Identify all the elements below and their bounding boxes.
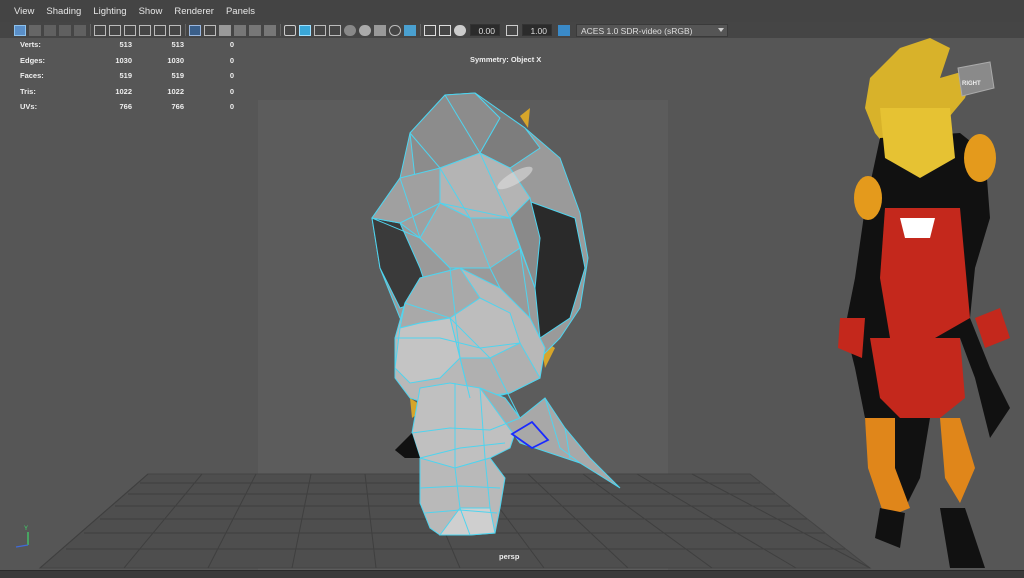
menu-panels[interactable]: Panels (226, 6, 255, 17)
chevron-down-icon (718, 27, 724, 32)
anti-aliasing-icon[interactable] (389, 24, 401, 36)
svg-text:Y: Y (24, 526, 28, 532)
color-management-icon[interactable] (558, 24, 570, 36)
3d-viewport[interactable]: Y RIGHT Verts: 513 513 0 Edges: 1030 1030 0 (0, 38, 1024, 570)
color-space-select[interactable]: ACES 1.0 SDR-video (sRGB) (576, 23, 728, 37)
motion-blur-icon[interactable] (374, 24, 386, 36)
menu-renderer[interactable]: Renderer (174, 6, 214, 17)
view-cube-label: RIGHT (962, 81, 981, 87)
xray-joints-icon[interactable] (329, 24, 341, 36)
2d-pan-icon[interactable] (74, 24, 86, 36)
panel-toolbar: 0.00 1.00 ACES 1.0 SDR-video (sRGB) (0, 22, 1024, 38)
view-cube[interactable]: RIGHT (957, 61, 995, 97)
isolate-icon[interactable] (424, 24, 436, 36)
default-material-icon[interactable] (234, 24, 246, 36)
exposure-icon[interactable] (454, 24, 466, 36)
reference-image-character (838, 38, 1010, 568)
menu-view[interactable]: View (14, 6, 34, 17)
select-camera-icon[interactable] (14, 24, 26, 36)
toolbar-separator (185, 24, 186, 36)
gamma-icon[interactable] (506, 24, 518, 36)
smooth-shade-icon[interactable] (219, 24, 231, 36)
field-chart-icon[interactable] (139, 24, 151, 36)
hud-row-uvs: UVs: 766 766 0 (20, 102, 234, 111)
ambient-occlusion-icon[interactable] (359, 24, 371, 36)
toolbar-separator (280, 24, 281, 36)
toolbar-separator (420, 24, 421, 36)
axis-gizmo: Y (15, 526, 29, 548)
exposure-field[interactable]: 0.00 (470, 24, 500, 36)
wireframe-on-shaded-icon[interactable] (284, 24, 296, 36)
camera-name-label: persp (499, 552, 520, 561)
hud-row-tris: Tris: 1022 1022 0 (20, 86, 234, 96)
textured-icon[interactable] (249, 24, 261, 36)
hud-row-edges: Edges: 1030 1030 0 (20, 55, 234, 65)
lock-camera-icon[interactable] (29, 24, 41, 36)
gate-mask-icon[interactable] (124, 24, 136, 36)
viewport-scene: Y RIGHT (15, 38, 1010, 570)
image-plane-icon[interactable] (59, 24, 71, 36)
xray-icon[interactable] (299, 24, 311, 36)
hud-row-verts: Verts: 513 513 0 (20, 40, 234, 49)
wireframe-icon[interactable] (204, 24, 216, 36)
menu-show[interactable]: Show (139, 6, 163, 17)
menu-shading[interactable]: Shading (46, 6, 81, 17)
grid-icon[interactable] (189, 24, 201, 36)
bookmarks-icon[interactable] (44, 24, 56, 36)
safe-action-icon[interactable] (154, 24, 166, 36)
gamma-field[interactable]: 1.00 (522, 24, 552, 36)
depth-of-field-icon[interactable] (404, 24, 416, 36)
isolate-select-icon[interactable] (314, 24, 326, 36)
menu-lighting[interactable]: Lighting (93, 6, 126, 17)
color-space-label: ACES 1.0 SDR-video (sRGB) (581, 25, 693, 36)
symmetry-label: Symmetry: Object X (470, 55, 542, 64)
hud-row-faces: Faces: 519 519 0 (20, 71, 234, 80)
toolbar-separator (90, 24, 91, 36)
film-gate-icon[interactable] (94, 24, 106, 36)
shadows-icon[interactable] (344, 24, 356, 36)
camera-attributes-icon[interactable] (439, 24, 451, 36)
panel-menu-bar: View Shading Lighting Show Renderer Pane… (0, 0, 1024, 22)
poly-count-hud: Verts: 513 513 0 Edges: 1030 1030 0 Faces: 519 5… (20, 40, 234, 118)
use-lights-icon[interactable] (264, 24, 276, 36)
resolution-gate-icon[interactable] (109, 24, 121, 36)
safe-title-icon[interactable] (169, 24, 181, 36)
